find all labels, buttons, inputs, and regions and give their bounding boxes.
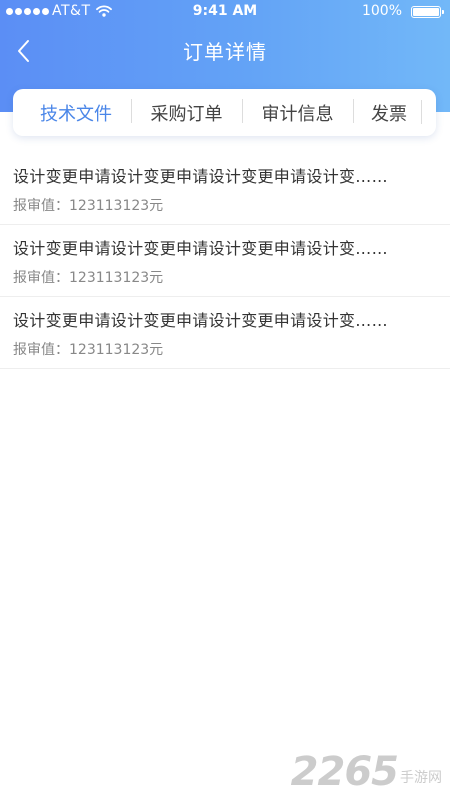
status-bar: AT&T 9:41 AM 100%: [0, 0, 450, 24]
tab-technical-files[interactable]: 技术文件: [21, 100, 131, 126]
tab-bar: 技术文件 采购订单 审计信息 发票: [13, 89, 436, 136]
item-title: 设计变更申请设计变更申请设计变更申请设计变……: [13, 167, 388, 186]
item-review-value: 报审值：123113123元: [13, 270, 164, 286]
tab-invoice[interactable]: 发票: [353, 98, 425, 126]
page-title: 订单详情: [183, 40, 267, 64]
document-list: 设计变更申请设计变更申请设计变更申请设计变…… 报审值：123113123元 设…: [0, 153, 450, 369]
watermark: 2265 手游网: [291, 752, 442, 792]
battery-percent: 100%: [361, 3, 402, 19]
tab-audit-info[interactable]: 审计信息: [242, 98, 353, 126]
item-review-value: 报审值：123113123元: [13, 198, 164, 214]
watermark-site: 手游网: [400, 770, 442, 786]
tab-purchase-order[interactable]: 采购订单: [131, 98, 242, 126]
item-review-value: 报审值：123113123元: [13, 342, 164, 358]
list-item[interactable]: 设计变更申请设计变更申请设计变更申请设计变…… 报审值：123113123元: [0, 297, 450, 369]
watermark-logo: 2265: [290, 749, 399, 795]
item-title: 设计变更申请设计变更申请设计变更申请设计变……: [13, 311, 388, 330]
list-item[interactable]: 设计变更申请设计变更申请设计变更申请设计变…… 报审值：123113123元: [0, 225, 450, 297]
item-title: 设计变更申请设计变更申请设计变更申请设计变……: [13, 239, 388, 258]
battery-icon: [411, 6, 444, 18]
list-item[interactable]: 设计变更申请设计变更申请设计变更申请设计变…… 报审值：123113123元: [0, 153, 450, 225]
